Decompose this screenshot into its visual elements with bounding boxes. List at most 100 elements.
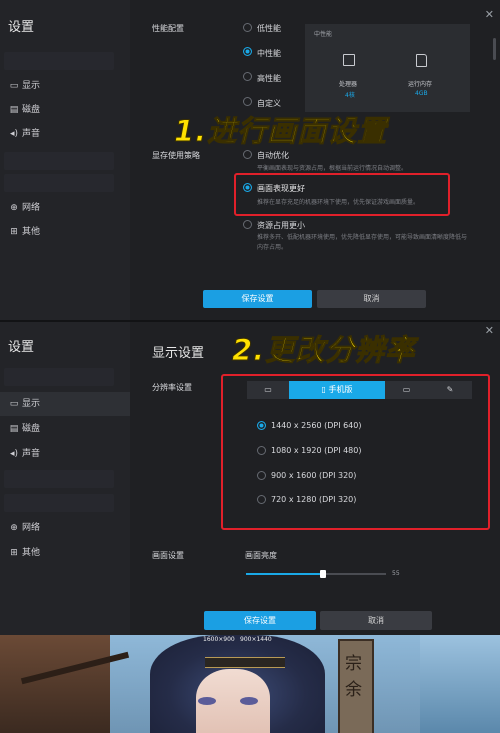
brightness-slider-fill — [246, 573, 323, 575]
resolution-option-1080[interactable]: 1080 x 1920 (DPI 480) — [271, 446, 361, 455]
sidebar-blurred-item — [4, 368, 114, 386]
step1-annotation: 1.进行画面设置 — [173, 114, 388, 149]
sidebar-item-display[interactable]: ▭ 显示 — [0, 74, 130, 98]
close-icon[interactable]: ✕ — [485, 8, 494, 21]
cpu-value: 4核 — [345, 92, 355, 99]
sidebar-item-sound[interactable]: ◂) 声音 — [0, 442, 130, 466]
resolution-radio-1440[interactable] — [257, 421, 266, 430]
perf-box-title: 中性能 — [314, 31, 333, 38]
vram-option-quality[interactable]: 画面表现更好 — [257, 183, 305, 194]
display-settings-header: 显示设置 — [152, 346, 205, 361]
settings-title: 设置 — [8, 20, 35, 35]
disk-icon: ▤ — [9, 424, 19, 434]
cpu-label: 处理器 — [339, 81, 358, 88]
brightness-label: 画面亮度 — [245, 551, 277, 560]
scene-building-left — [0, 635, 110, 733]
monitor-icon: ▭ — [9, 81, 19, 91]
scene-sign: 宗 余 — [338, 639, 374, 733]
perf-radio-medium[interactable] — [243, 47, 252, 56]
perf-radio-custom[interactable] — [243, 97, 252, 106]
vram-option-quality-desc: 推荐在显存充足的机器环境下使用，优先保证游戏画面质量。 — [257, 199, 420, 206]
perf-option-medium[interactable]: 中性能 — [257, 48, 281, 59]
vram-radio-quality[interactable] — [243, 183, 252, 192]
sidebar-blurred-item — [4, 152, 114, 170]
phone-icon: ▯ — [321, 385, 326, 394]
cancel-button[interactable]: 取消 — [320, 611, 432, 630]
edit-icon: ✎ — [446, 385, 454, 394]
tablet-icon: ▭ — [264, 385, 272, 394]
highlight-box-vram — [234, 173, 450, 216]
settings-title: 设置 — [8, 340, 35, 355]
screen-settings-label: 画面设置 — [152, 551, 184, 560]
resolution-option-900[interactable]: 900 x 1600 (DPI 320) — [271, 471, 356, 480]
sidebar-blurred-item — [4, 494, 114, 512]
sidebar-item-other[interactable]: ⊞ 其他 — [0, 220, 130, 244]
brightness-value: 55 — [392, 570, 400, 577]
tab-tablet[interactable]: ▭ — [247, 381, 289, 399]
sidebar-item-label: 网络 — [22, 203, 41, 213]
sidebar-item-disk[interactable]: ▤ 磁盘 — [0, 98, 130, 122]
scene-sign-text: 宗 余 — [345, 654, 362, 700]
vram-radio-auto[interactable] — [243, 150, 252, 159]
sidebar-item-label: 声音 — [22, 129, 41, 139]
resolution-radio-1080[interactable] — [257, 446, 266, 455]
desktop-icon: ▭ — [402, 385, 411, 394]
settings-panel-performance: 设置 ▭ 显示 ▤ 磁盘 ◂) 声音 ⊕ 网络 ⊞ 其他 ✕ 性能配置 低性能 … — [0, 0, 500, 320]
scrollbar[interactable] — [493, 38, 496, 60]
brightness-slider-thumb[interactable] — [320, 570, 326, 578]
tab-custom[interactable]: ✎ — [428, 381, 472, 399]
resolution-tabs: ▭ ▯ 手机版 ▭ ✎ — [247, 381, 472, 399]
vram-radio-low-usage[interactable] — [243, 220, 252, 229]
perf-radio-low[interactable] — [243, 23, 252, 32]
close-icon[interactable]: ✕ — [485, 324, 494, 337]
sidebar-item-label: 磁盘 — [22, 105, 41, 115]
resolution-option-1440[interactable]: 1440 x 2560 (DPI 640) — [271, 421, 361, 430]
resolution-option-720[interactable]: 720 x 1280 (DPI 320) — [271, 495, 356, 504]
sidebar-item-network[interactable]: ⊕ 网络 — [0, 516, 130, 540]
cpu-icon — [343, 54, 355, 66]
sidebar-item-disk[interactable]: ▤ 磁盘 — [0, 417, 130, 441]
save-button[interactable]: 保存设置 — [203, 290, 312, 308]
speaker-icon: ◂) — [9, 449, 19, 459]
globe-icon: ⊕ — [10, 203, 18, 213]
speaker-icon: ◂) — [9, 129, 19, 139]
sidebar-item-sound[interactable]: ◂) 声音 — [0, 122, 130, 146]
perf-info-box: 中性能 处理器 4核 运行内存 4GB — [305, 24, 470, 112]
tab-desktop[interactable]: ▭ — [385, 381, 428, 399]
perf-option-high[interactable]: 高性能 — [257, 73, 281, 84]
perf-radio-high[interactable] — [243, 72, 252, 81]
grid-icon: ⊞ — [10, 548, 18, 558]
perf-config-label: 性能配置 — [152, 24, 184, 33]
vram-option-auto-desc: 平衡画面表现与资源占用，根据当前运行情况自动调整。 — [257, 165, 408, 172]
step2-annotation: 2.更改分辨率 — [231, 333, 416, 368]
monitor-icon: ▭ — [9, 399, 19, 409]
sidebar-item-other[interactable]: ⊞ 其他 — [0, 541, 130, 565]
sidebar-item-display[interactable]: ▭ 显示 — [0, 392, 130, 416]
sidebar-item-label: 声音 — [22, 449, 41, 459]
memory-value: 4GB — [415, 90, 428, 97]
sidebar: 设置 ▭ 显示 ▤ 磁盘 ◂) 声音 ⊕ 网络 ⊞ 其他 — [0, 322, 130, 635]
character-headband — [205, 657, 285, 668]
memory-label: 运行内存 — [408, 81, 433, 88]
sidebar-blurred-item — [4, 470, 114, 488]
resolution-radio-900[interactable] — [257, 471, 266, 480]
sidebar-item-label: 其他 — [22, 548, 41, 558]
scene-building-right — [420, 635, 500, 733]
settings-panel-display: 设置 ▭ 显示 ▤ 磁盘 ◂) 声音 ⊕ 网络 ⊞ 其他 ✕ 显示设置 2.更改… — [0, 322, 500, 635]
resolution-tag-2: 900×1440 — [240, 636, 272, 643]
sidebar-item-label: 网络 — [22, 523, 41, 533]
resolution-radio-720[interactable] — [257, 495, 266, 504]
sidebar-item-label: 显示 — [22, 399, 41, 409]
vram-option-low-usage[interactable]: 资源占用更小 — [257, 220, 305, 231]
game-scene: 宗 余 1600×900 900×1440 — [0, 635, 500, 733]
sidebar-item-label: 其他 — [22, 227, 41, 237]
sidebar-item-network[interactable]: ⊕ 网络 — [0, 196, 130, 220]
grid-icon: ⊞ — [10, 227, 18, 237]
cancel-button[interactable]: 取消 — [317, 290, 426, 308]
vram-option-auto[interactable]: 自动优化 — [257, 150, 289, 161]
sidebar-item-label: 显示 — [22, 81, 41, 91]
save-button[interactable]: 保存设置 — [204, 611, 316, 630]
sidebar: 设置 ▭ 显示 ▤ 磁盘 ◂) 声音 ⊕ 网络 ⊞ 其他 — [0, 0, 130, 320]
perf-option-low[interactable]: 低性能 — [257, 23, 281, 34]
tab-phone[interactable]: ▯ 手机版 — [289, 381, 385, 399]
